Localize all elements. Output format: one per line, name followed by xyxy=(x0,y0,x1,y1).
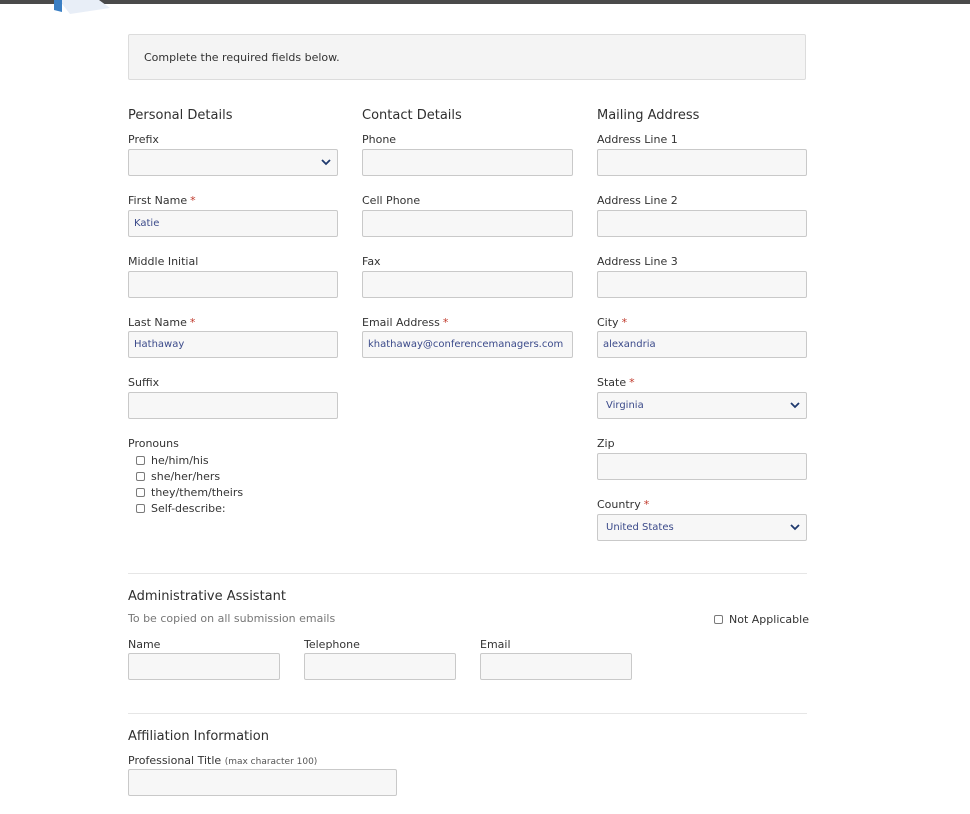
prefix-label: Prefix xyxy=(128,133,159,146)
prefix-select[interactable] xyxy=(128,149,338,176)
assistant-name-input[interactable] xyxy=(128,653,280,680)
required-marker: * xyxy=(190,194,196,207)
email-address-input[interactable] xyxy=(362,331,573,358)
assistant-telephone-input[interactable] xyxy=(304,653,456,680)
state-value: Virginia xyxy=(606,400,644,411)
contact-details-title: Contact Details xyxy=(362,108,462,123)
checkbox[interactable] xyxy=(136,488,145,497)
required-marker: * xyxy=(189,316,196,329)
middle-initial-label: Middle Initial xyxy=(128,255,199,268)
first-name-label: First Name * xyxy=(128,194,196,207)
assistant-email-label: Email xyxy=(480,638,511,651)
fax-label: Fax xyxy=(362,255,381,268)
pronoun-option-she[interactable]: she/her/hers xyxy=(136,470,220,483)
first-name-input[interactable] xyxy=(128,210,338,237)
checkbox[interactable] xyxy=(136,456,145,465)
cell-phone-label: Cell Phone xyxy=(362,194,421,207)
assistant-name-label: Name xyxy=(128,638,161,651)
checkbox[interactable] xyxy=(714,615,723,624)
last-name-label: Last Name * xyxy=(128,316,195,329)
phone-label: Phone xyxy=(362,133,397,146)
last-name-input[interactable] xyxy=(128,331,338,358)
top-bar xyxy=(0,0,970,4)
professional-title-label: Professional Title (max character 100) xyxy=(128,754,317,767)
email-address-label-text: Email Address xyxy=(362,316,440,329)
pronoun-option-label: she/her/hers xyxy=(151,470,221,483)
personal-details-title: Personal Details xyxy=(128,108,233,123)
last-name-label-text: Last Name xyxy=(128,316,187,329)
assistant-telephone-label: Telephone xyxy=(304,638,360,651)
phone-input[interactable] xyxy=(362,149,573,176)
country-select[interactable]: United States xyxy=(597,514,807,541)
not-applicable-option[interactable]: Not Applicable xyxy=(714,613,809,626)
checkbox[interactable] xyxy=(136,472,145,481)
chevron-down-icon xyxy=(321,159,331,166)
pronoun-option-label: Self-describe: xyxy=(151,502,226,515)
city-label-text: City xyxy=(597,316,619,329)
required-marker: * xyxy=(442,316,449,329)
country-value: United States xyxy=(606,522,674,533)
suffix-label: Suffix xyxy=(128,376,160,389)
pronoun-option-they[interactable]: they/them/theirs xyxy=(136,486,243,499)
address-line-2-label: Address Line 2 xyxy=(597,194,678,207)
mailing-address-title: Mailing Address xyxy=(597,108,700,123)
pronouns-label: Pronouns xyxy=(128,437,179,450)
country-label: Country * xyxy=(597,498,649,511)
state-label: State * xyxy=(597,376,635,389)
site-logo xyxy=(54,0,110,14)
chevron-down-icon xyxy=(790,402,800,409)
required-marker: * xyxy=(643,498,650,511)
middle-initial-input[interactable] xyxy=(128,271,338,298)
admin-assistant-title: Administrative Assistant xyxy=(128,589,286,604)
fax-input[interactable] xyxy=(362,271,573,298)
state-label-text: State xyxy=(597,376,627,389)
affiliation-title: Affiliation Information xyxy=(128,729,269,744)
address-line-3-label: Address Line 3 xyxy=(597,255,678,268)
address-line-1-label: Address Line 1 xyxy=(597,133,678,146)
chevron-down-icon xyxy=(790,524,800,531)
email-address-label: Email Address * xyxy=(362,316,448,329)
pronoun-option-self-describe[interactable]: Self-describe: xyxy=(136,502,226,515)
country-label-text: Country xyxy=(597,498,641,511)
required-marker: * xyxy=(629,376,635,389)
address-line-2-input[interactable] xyxy=(597,210,807,237)
city-input[interactable] xyxy=(597,331,807,358)
required-marker: * xyxy=(621,316,628,329)
checkbox[interactable] xyxy=(136,504,145,513)
professional-title-input[interactable] xyxy=(128,769,397,796)
section-divider xyxy=(128,713,807,714)
zip-input[interactable] xyxy=(597,453,807,480)
not-applicable-label: Not Applicable xyxy=(729,613,809,626)
address-line-1-input[interactable] xyxy=(597,149,807,176)
section-divider xyxy=(128,573,807,574)
suffix-input[interactable] xyxy=(128,392,338,419)
assistant-email-input[interactable] xyxy=(480,653,632,680)
professional-title-label-text: Professional Title xyxy=(128,754,222,767)
pronoun-option-label: they/them/theirs xyxy=(151,486,244,499)
admin-assistant-subtitle: To be copied on all submission emails xyxy=(128,612,336,625)
city-label: City * xyxy=(597,316,627,329)
address-line-3-input[interactable] xyxy=(597,271,807,298)
professional-title-hint: (max character 100) xyxy=(224,757,318,767)
state-select[interactable]: Virginia xyxy=(597,392,807,419)
pronoun-option-he[interactable]: he/him/his xyxy=(136,454,209,467)
zip-label: Zip xyxy=(597,437,615,450)
pronoun-option-label: he/him/his xyxy=(151,454,209,467)
required-fields-notice: Complete the required fields below. xyxy=(128,34,806,80)
first-name-label-text: First Name xyxy=(128,194,188,207)
cell-phone-input[interactable] xyxy=(362,210,573,237)
